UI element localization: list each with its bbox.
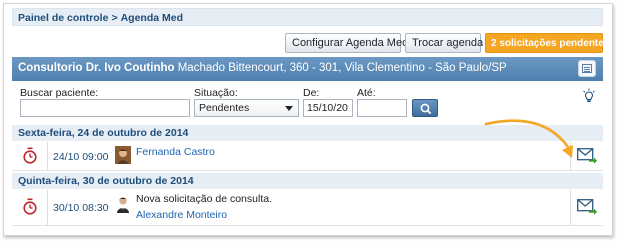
from-date-input[interactable] <box>303 99 353 117</box>
envelope-reply-icon[interactable] <box>577 147 597 164</box>
status-select[interactable]: Pendentes <box>194 99 299 117</box>
clinic-address: Machado Bittencourt, 360 - 301, Vila Cle… <box>177 62 507 74</box>
switch-agenda-button[interactable]: Trocar agenda <box>405 33 483 53</box>
search-button[interactable] <box>412 99 438 117</box>
patient-search-input[interactable] <box>20 99 190 117</box>
to-date-input[interactable] <box>357 99 407 117</box>
status-select-value: Pendentes <box>199 102 250 114</box>
lightbulb-icon[interactable] <box>582 88 596 104</box>
configure-agenda-button[interactable]: Configurar Agenda Med <box>285 33 408 53</box>
avatar <box>115 146 131 164</box>
breadcrumb-root[interactable]: Painel de controle <box>18 12 108 24</box>
patient-search-label: Buscar paciente: <box>20 87 99 99</box>
status-label: Situação: <box>194 87 238 99</box>
day-header: Quinta-feira, 30 de outubro de 2014 <box>12 173 603 189</box>
breadcrumb: Painel de controle > Agenda Med <box>12 8 603 26</box>
stopwatch-icon <box>23 198 37 215</box>
from-date-label: De: <box>303 87 320 99</box>
appointment-note: Nova solicitação de consulta. <box>136 193 272 205</box>
envelope-reply-icon[interactable] <box>577 198 597 215</box>
calendar-view-icon[interactable] <box>578 60 596 77</box>
clinic-header: Consultorio Dr. Ivo Coutinho Machado Bit… <box>12 57 603 81</box>
appointment-datetime: 24/10 09:00 <box>53 151 109 163</box>
clinic-name: Consultorio Dr. Ivo Coutinho <box>18 62 175 74</box>
chevron-down-icon <box>285 106 293 111</box>
appointment-datetime: 30/10 08:30 <box>53 202 109 214</box>
breadcrumb-separator: > <box>111 12 118 24</box>
pending-requests-button[interactable]: 2 solicitações pendentes. <box>485 33 612 53</box>
patient-name-link[interactable]: Fernanda Castro <box>136 146 215 158</box>
search-icon <box>420 103 432 115</box>
patient-name-link[interactable]: Alexandre Monteiro <box>136 209 227 221</box>
stopwatch-icon <box>23 147 37 164</box>
to-date-label: Até: <box>357 87 376 99</box>
breadcrumb-current: Agenda Med <box>120 12 184 24</box>
appointment-row[interactable]: 30/10 08:30 Nova solicitação de consulta… <box>12 190 603 226</box>
annotation-arrow-icon <box>484 119 573 158</box>
avatar <box>115 195 131 213</box>
